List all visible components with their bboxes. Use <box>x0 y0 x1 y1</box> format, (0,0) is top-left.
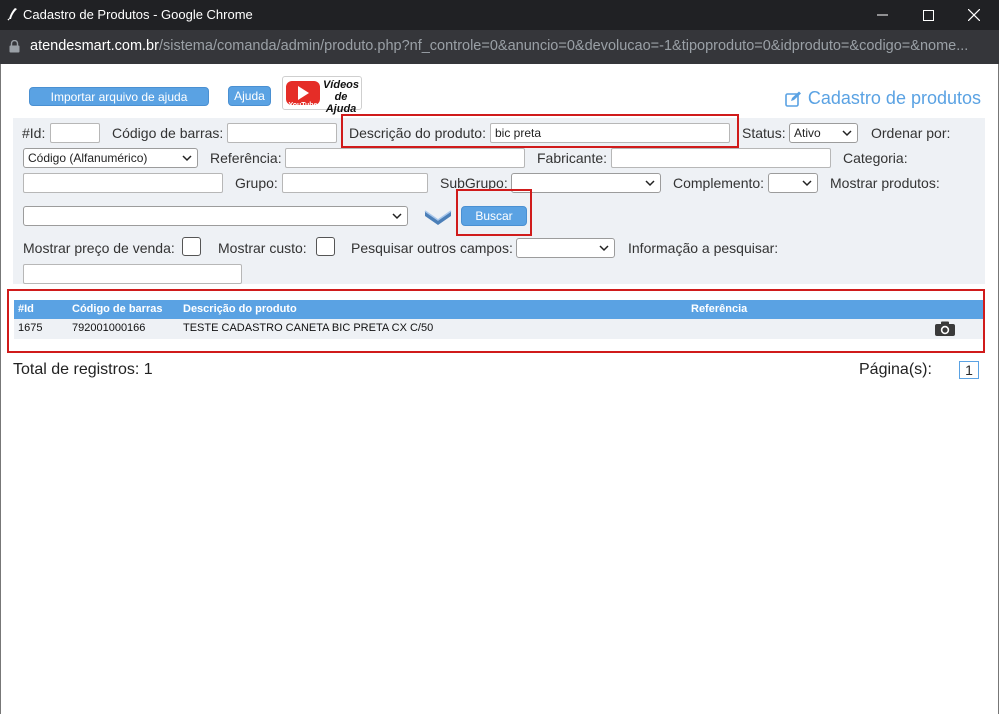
manufacturer-label: Fabricante: <box>537 150 608 166</box>
chevron-down-icon <box>802 180 812 187</box>
videos-label-line1: Vídeos <box>322 79 360 91</box>
close-icon <box>968 9 980 21</box>
search-other-fields-label: Pesquisar outros campos: <box>351 240 513 256</box>
category-label: Categoria: <box>843 150 908 166</box>
table-header: #Id Código de barras Descrição do produt… <box>14 300 983 319</box>
show-products-label: Mostrar produtos: <box>830 175 940 191</box>
edit-icon <box>785 91 801 107</box>
search-other-fields-select[interactable] <box>516 238 615 258</box>
show-cost-checkbox[interactable] <box>316 237 335 256</box>
show-products-select[interactable] <box>23 206 408 226</box>
lock-icon <box>9 40 20 53</box>
window-title-bar: Cadastro de Produtos - Google Chrome <box>0 0 999 30</box>
videos-help-button[interactable]: YouTube Vídeos de Ajuda <box>282 76 362 115</box>
videos-help-label: Vídeos de Ajuda <box>321 79 361 115</box>
window-title: Cadastro de Produtos - Google Chrome <box>23 7 253 22</box>
description-highlight-box <box>341 114 739 148</box>
search-highlight-box <box>456 189 532 236</box>
chevron-down-icon <box>645 180 655 187</box>
minimize-button[interactable] <box>859 0 905 30</box>
page-title: Cadastro de produtos <box>785 88 981 109</box>
cell-barcode: 792001000166 <box>72 322 146 334</box>
reference-input[interactable] <box>285 148 525 168</box>
table-row[interactable]: 1675 792001000166 TESTE CADASTRO CANETA … <box>14 319 983 339</box>
id-label: #Id: <box>22 125 46 141</box>
youtube-label: YouTube <box>288 102 318 109</box>
minimize-icon <box>876 14 888 16</box>
total-records: Total de registros: 1 <box>13 361 153 378</box>
expand-filters-icon[interactable] <box>423 207 453 227</box>
url-text[interactable]: atendesmart.com.br/sistema/comanda/admin… <box>30 38 990 54</box>
page-content: Importar arquivo de ajuda Ajuda YouTube … <box>0 64 999 714</box>
page-number-link[interactable]: 1 <box>959 361 979 379</box>
chrome-app-icon <box>7 8 17 21</box>
pages-label: Página(s): <box>859 361 932 378</box>
page-title-text: Cadastro de produtos <box>807 88 981 108</box>
col-header-reference[interactable]: Referência <box>691 303 747 315</box>
show-sale-price-label: Mostrar preço de venda: <box>23 240 175 256</box>
chevron-down-icon <box>842 130 852 137</box>
address-bar[interactable]: atendesmart.com.br/sistema/comanda/admin… <box>0 30 999 64</box>
info-to-search-input[interactable] <box>23 264 242 284</box>
status-select[interactable]: Ativo <box>789 123 858 143</box>
reference-label: Referência: <box>210 150 282 166</box>
chevron-down-icon <box>182 155 192 162</box>
barcode-label: Código de barras: <box>112 125 224 141</box>
chevron-down-icon <box>599 245 609 252</box>
close-button[interactable] <box>951 0 997 30</box>
manufacturer-input[interactable] <box>611 148 831 168</box>
import-help-button[interactable]: Importar arquivo de ajuda <box>29 87 209 106</box>
help-button[interactable]: Ajuda <box>228 86 271 106</box>
play-icon <box>298 86 309 100</box>
videos-label-line2: de Ajuda <box>325 91 357 115</box>
order-label: Ordenar por: <box>871 125 951 141</box>
category-input[interactable] <box>23 173 223 193</box>
barcode-input[interactable] <box>227 123 337 143</box>
col-header-barcode[interactable]: Código de barras <box>72 303 162 315</box>
url-host: atendesmart.com.br <box>30 38 159 54</box>
id-input[interactable] <box>50 123 100 143</box>
url-path: /sistema/comanda/admin/produto.php?nf_co… <box>158 38 969 54</box>
subgroup-select[interactable] <box>511 173 661 193</box>
complement-select[interactable] <box>768 173 818 193</box>
cell-id: 1675 <box>18 322 43 334</box>
cell-description: TESTE CADASTRO CANETA BIC PRETA CX C/50 <box>183 322 434 334</box>
chevron-down-icon <box>392 213 402 220</box>
status-select-value: Ativo <box>794 126 821 140</box>
status-label: Status: <box>742 125 786 141</box>
order-select-value: Código (Alfanumérico) <box>28 151 148 165</box>
maximize-button[interactable] <box>905 0 951 30</box>
show-cost-label: Mostrar custo: <box>218 240 307 256</box>
camera-icon[interactable] <box>934 320 956 337</box>
order-select[interactable]: Código (Alfanumérico) <box>23 148 198 168</box>
complement-label: Complemento: <box>673 175 765 191</box>
info-to-search-label: Informação a pesquisar: <box>628 240 779 256</box>
group-label: Grupo: <box>235 175 278 191</box>
maximize-icon <box>922 9 934 21</box>
group-input[interactable] <box>282 173 428 193</box>
col-header-description[interactable]: Descrição do produto <box>183 303 297 315</box>
show-sale-price-checkbox[interactable] <box>182 237 201 256</box>
col-header-id[interactable]: #Id <box>18 303 34 315</box>
